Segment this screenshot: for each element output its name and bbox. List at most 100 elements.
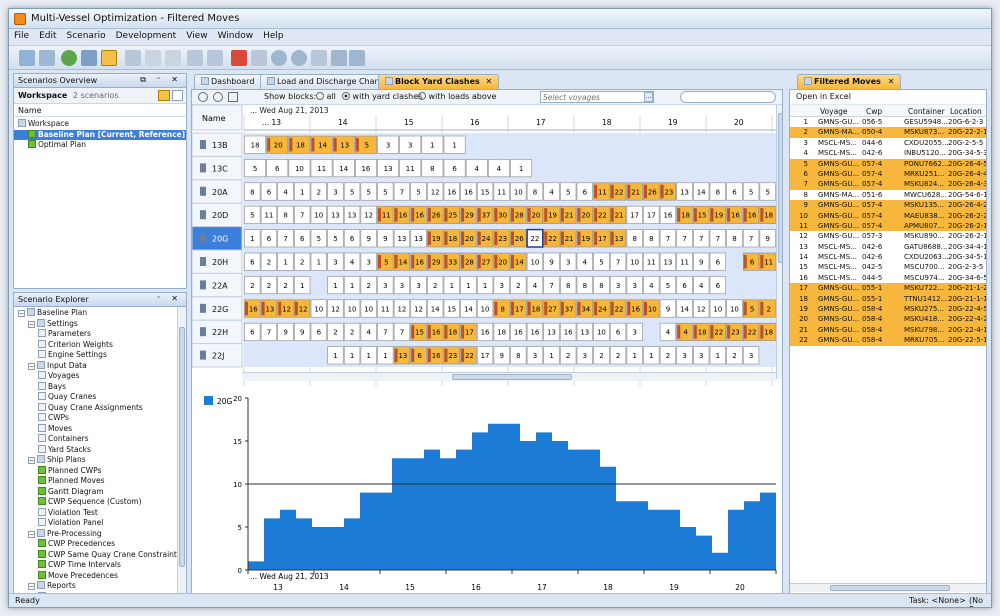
- panel-controls[interactable]: ⁼ ✕: [157, 294, 182, 303]
- menu-edit[interactable]: Edit: [34, 29, 61, 41]
- explorer-item[interactable]: − Reports: [16, 581, 186, 592]
- panel-controls[interactable]: ⧉ ⁼ ✕: [140, 75, 182, 85]
- fit-icon[interactable]: [311, 50, 327, 66]
- col-cwp[interactable]: Cwp: [866, 107, 882, 116]
- explorer-item[interactable]: Quay Crane Assignments: [16, 402, 186, 414]
- delete-icon[interactable]: [231, 50, 247, 66]
- explorer-item[interactable]: Gantt Diagram: [16, 486, 186, 498]
- zoom-out-icon[interactable]: [291, 50, 307, 66]
- table-row[interactable]: 18 GMNS-GU... 055-1 TTNU1412... 20G-21-1-1: [790, 293, 986, 305]
- explorer-item[interactable]: Violation Test: [16, 507, 186, 519]
- collapse-icon[interactable]: −: [28, 583, 35, 590]
- forward-arrow-icon[interactable]: [349, 50, 365, 66]
- table-row[interactable]: 20 GMNS-GU... 058-4 MSKU418... 20G-22-4-2: [790, 314, 986, 325]
- explorer-item[interactable]: Criterion Weights: [16, 339, 186, 351]
- zoom-in-icon[interactable]: [198, 92, 208, 102]
- open-in-excel-link[interactable]: Open in Excel: [790, 90, 986, 104]
- save-icon[interactable]: [19, 50, 35, 66]
- explorer-item[interactable]: Yard Stacks: [16, 444, 186, 456]
- table-row[interactable]: 22 GMNS-GU... 058-4 MRKU705... 20G-22-5-1: [790, 335, 986, 346]
- grid-vertical-scrollbar[interactable]: [776, 105, 782, 379]
- search-input[interactable]: [680, 91, 776, 103]
- table-row[interactable]: 16 MSCL-MS... 044-5 MSCU974... 20G-34-6-5: [790, 273, 986, 283]
- scrollbar-thumb[interactable]: [452, 374, 572, 380]
- explorer-item[interactable]: Violation Panel: [16, 518, 186, 529]
- cut-icon[interactable]: [125, 50, 141, 66]
- menu-view[interactable]: View: [181, 29, 212, 41]
- explorer-item[interactable]: Engine Settings: [16, 350, 186, 361]
- option-with-yard-clashes[interactable]: with yard clashes: [342, 92, 422, 101]
- option-with-loads-above[interactable]: with loads above: [418, 92, 496, 101]
- menu-help[interactable]: Help: [258, 29, 289, 41]
- table-row[interactable]: 19 GMNS-GU... 058-4 MSKU275... 20G-22-4-5: [790, 304, 986, 315]
- explorer-item[interactable]: CWP Same Quay Crane Constraints: [16, 549, 186, 561]
- table-row[interactable]: 21 GMNS-GU... 058-4 MSKU798... 20G-22-4-1: [790, 324, 986, 336]
- back-arrow-icon[interactable]: [331, 50, 347, 66]
- menu-development[interactable]: Development: [111, 29, 182, 41]
- explorer-item[interactable]: Move Precedences: [16, 570, 186, 582]
- explorer-item[interactable]: Parameters: [16, 329, 186, 340]
- copy-icon[interactable]: [145, 50, 161, 66]
- table-row[interactable]: 17 GMNS-GU... 055-1 MSKU722... 20G-21-1-2: [790, 283, 986, 294]
- col-container[interactable]: Container: [908, 107, 945, 116]
- explorer-item[interactable]: Planned Moves: [16, 476, 186, 487]
- table-row[interactable]: 2 GMNS-MA... 050-4 MSKU873... 20G-22-2-1: [790, 127, 986, 138]
- moves-horizontal-scrollbar[interactable]: [790, 583, 986, 592]
- explorer-item[interactable]: Containers: [16, 434, 186, 445]
- menu-scenario[interactable]: Scenario: [62, 29, 111, 41]
- table-row[interactable]: 5 GMNS-GU... 057-4 PONU7662... 20G-26-4-5: [790, 158, 986, 169]
- explorer-item[interactable]: CWP Sequence (Custom): [16, 497, 186, 508]
- voyage-picker-button[interactable]: …: [644, 92, 653, 102]
- close-icon[interactable]: ✕: [888, 77, 895, 86]
- explorer-item[interactable]: CWP Precedences: [16, 539, 186, 550]
- option-all[interactable]: all: [316, 92, 336, 101]
- explorer-scrollbar[interactable]: [177, 307, 186, 593]
- toggle-icon[interactable]: [101, 50, 117, 66]
- scenario-item[interactable]: Workspace: [14, 119, 186, 130]
- scrollbar-thumb[interactable]: [830, 585, 950, 591]
- print-icon[interactable]: [251, 50, 267, 66]
- redo-icon[interactable]: [207, 50, 223, 66]
- scrollbar-thumb[interactable]: [179, 327, 185, 567]
- explorer-item[interactable]: − Input Data: [16, 360, 186, 372]
- table-row[interactable]: 11 GMNS-GU... 057-4 APMU807... 20G-26-2-1: [790, 220, 986, 232]
- table-row[interactable]: 7 GMNS-GU... 057-4 MSKU824... 20G-26-4-3: [790, 179, 986, 190]
- explorer-item[interactable]: CWPs: [16, 413, 186, 424]
- explorer-item[interactable]: CWP Time Intervals: [16, 560, 186, 571]
- explorer-item[interactable]: Quay Cranes: [16, 392, 186, 403]
- explorer-item[interactable]: − Pre-Processing: [16, 528, 186, 540]
- col-voyage[interactable]: Voyage: [820, 107, 848, 116]
- table-row[interactable]: 9 GMNS-GU... 057-4 MSKU135... 20G-26-4-2: [790, 200, 986, 211]
- col-location[interactable]: Location: [950, 107, 982, 116]
- collapse-icon[interactable]: −: [18, 310, 25, 317]
- list-view-icon[interactable]: [172, 90, 183, 101]
- tab-block-yard-clashes[interactable]: Block Yard Clashes ✕: [378, 74, 500, 89]
- table-row[interactable]: 1 GMNS-GU... 056-5 GESU5948... 20G-6-2-3: [790, 117, 986, 127]
- menu-file[interactable]: File: [9, 29, 34, 41]
- menu-window[interactable]: Window: [213, 29, 259, 41]
- zoom-in-icon[interactable]: [271, 50, 287, 66]
- scrollbar-thumb[interactable]: [778, 113, 782, 263]
- select-voyages-input[interactable]: [540, 91, 654, 103]
- table-row[interactable]: 12 GMNS-GU... 057-3 MSKU890... 20G-26-2-1: [790, 231, 986, 241]
- explorer-item[interactable]: Bays: [16, 381, 186, 393]
- table-row[interactable]: 14 MSCL-MS... 042-6 CXDU2063... 20G-34-5-1: [790, 252, 986, 262]
- table-row[interactable]: 3 MSCL-MS... 044-6 CXDU2055... 20G-2-5-5: [790, 138, 986, 148]
- fit-icon[interactable]: [228, 92, 238, 102]
- tab-filtered-moves[interactable]: Filtered Moves ✕: [797, 74, 902, 89]
- undo-icon[interactable]: [187, 50, 203, 66]
- explorer-item[interactable]: − Ship Plans: [16, 455, 186, 466]
- explorer-item[interactable]: Moves: [16, 423, 186, 435]
- scenario-name-header[interactable]: Name: [14, 104, 186, 117]
- close-icon[interactable]: ✕: [483, 77, 493, 86]
- save-all-icon[interactable]: [39, 50, 55, 66]
- table-row[interactable]: 6 GMNS-GU... 057-4 MRKU251... 20G-26-4-4: [790, 168, 986, 180]
- explorer-item[interactable]: − Settings: [16, 318, 186, 330]
- explorer-item[interactable]: Voyages: [16, 371, 186, 382]
- table-row[interactable]: 15 MSCL-MS... 042-5 MSCU700... 20G-2-3-5: [790, 262, 986, 272]
- table-row[interactable]: 10 GMNS-GU... 057-4 MAEU838... 20G-26-2-2: [790, 210, 986, 221]
- collapse-icon[interactable]: −: [28, 362, 35, 370]
- table-row[interactable]: 13 MSCL-MS... 042-6 GATU8688... 20G-34-4-1: [790, 242, 986, 252]
- scenario-item[interactable]: Baseline Plan [Current, Reference]: [14, 129, 186, 140]
- explorer-item[interactable]: Planned CWPs: [16, 465, 186, 477]
